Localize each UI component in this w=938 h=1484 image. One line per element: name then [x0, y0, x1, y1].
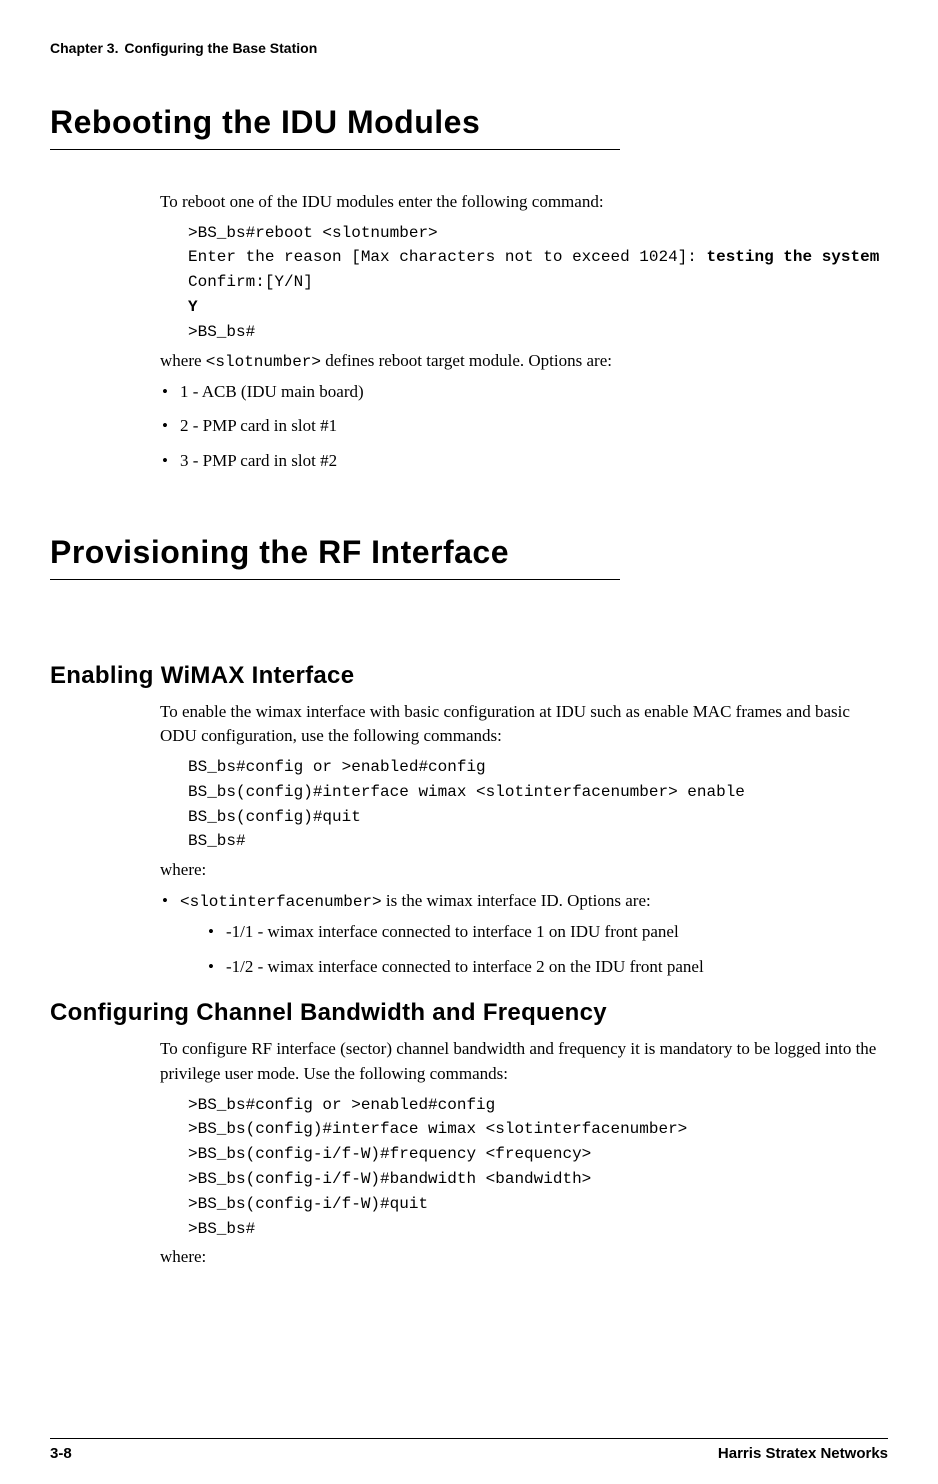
list-item: 1 - ACB (IDU main board): [160, 380, 888, 405]
code-line: BS_bs(config)#quit: [188, 808, 361, 826]
code-line: >BS_bs(config-i/f-W)#bandwidth <bandwidt…: [188, 1170, 591, 1188]
bullet-list: 1 - ACB (IDU main board) 2 - PMP card in…: [160, 380, 888, 474]
bullet-list: <slotinterfacenumber> is the wimax inter…: [160, 889, 888, 979]
code-line: Confirm:[Y/N]: [188, 273, 313, 291]
subsection-heading-configuring: Configuring Channel Bandwidth and Freque…: [50, 999, 888, 1027]
code-line: BS_bs#: [188, 832, 246, 850]
sub1-content: To enable the wimax interface with basic…: [160, 700, 888, 980]
where-text: where:: [160, 858, 888, 883]
code-line: BS_bs(config)#interface wimax <slotinter…: [188, 783, 745, 801]
intro-text: To enable the wimax interface with basic…: [160, 700, 888, 749]
code-line: >BS_bs(config-i/f-W)#frequency <frequenc…: [188, 1145, 591, 1163]
list-item: 3 - PMP card in slot #2: [160, 449, 888, 474]
code-line: >BS_bs#reboot <slotnumber>: [188, 224, 438, 242]
list-item: <slotinterfacenumber> is the wimax inter…: [160, 889, 888, 979]
intro-text: To configure RF interface (sector) chann…: [160, 1037, 888, 1086]
inner-bullet-list: -1/1 - wimax interface connected to inte…: [206, 920, 888, 979]
page-footer: 3-8 Harris Stratex Networks: [50, 1438, 888, 1462]
code-line: >BS_bs#config or >enabled#config: [188, 1096, 495, 1114]
section-heading-rebooting: Rebooting the IDU Modules: [50, 104, 888, 141]
subsection-heading-enabling: Enabling WiMAX Interface: [50, 662, 888, 690]
section-heading-provisioning: Provisioning the RF Interface: [50, 534, 888, 571]
section1-content: To reboot one of the IDU modules enter t…: [160, 190, 888, 474]
code-line: >BS_bs#: [188, 1220, 255, 1238]
intro-text: To reboot one of the IDU modules enter t…: [160, 190, 888, 215]
heading-rule: [50, 579, 620, 580]
bullet-rest: is the wimax interface ID. Options are:: [382, 891, 651, 910]
code-line: >BS_bs(config)#interface wimax <slotinte…: [188, 1120, 687, 1138]
sub2-content: To configure RF interface (sector) chann…: [160, 1037, 888, 1270]
where-suffix: defines reboot target module. Options ar…: [321, 351, 612, 370]
code-line: BS_bs#config or >enabled#config: [188, 758, 486, 776]
chapter-title: Configuring the Base Station: [124, 40, 317, 56]
code-bold: testing the system: [706, 248, 879, 266]
where-text: where <slotnumber> defines reboot target…: [160, 349, 888, 374]
heading-rule: [50, 149, 620, 150]
code-block: >BS_bs#config or >enabled#config >BS_bs(…: [188, 1093, 888, 1242]
code-block: BS_bs#config or >enabled#config BS_bs(co…: [188, 755, 888, 854]
where-text: where:: [160, 1245, 888, 1270]
page-header: Chapter 3. Configuring the Base Station: [50, 40, 888, 56]
company-name: Harris Stratex Networks: [718, 1445, 888, 1462]
chapter-number: Chapter 3.: [50, 40, 118, 56]
where-code: <slotnumber>: [206, 353, 321, 371]
code-bold: Y: [188, 298, 198, 316]
list-item: -1/2 - wimax interface connected to inte…: [206, 955, 888, 980]
page-number: 3-8: [50, 1445, 72, 1462]
bullet-code: <slotinterfacenumber>: [180, 893, 382, 911]
where-prefix: where: [160, 351, 206, 370]
code-line: >BS_bs(config-i/f-W)#quit: [188, 1195, 428, 1213]
list-item: 2 - PMP card in slot #1: [160, 414, 888, 439]
code-line: >BS_bs#: [188, 323, 255, 341]
list-item: -1/1 - wimax interface connected to inte…: [206, 920, 888, 945]
code-block: >BS_bs#reboot <slotnumber> Enter the rea…: [188, 221, 888, 345]
code-line: Enter the reason [Max characters not to …: [188, 248, 706, 266]
